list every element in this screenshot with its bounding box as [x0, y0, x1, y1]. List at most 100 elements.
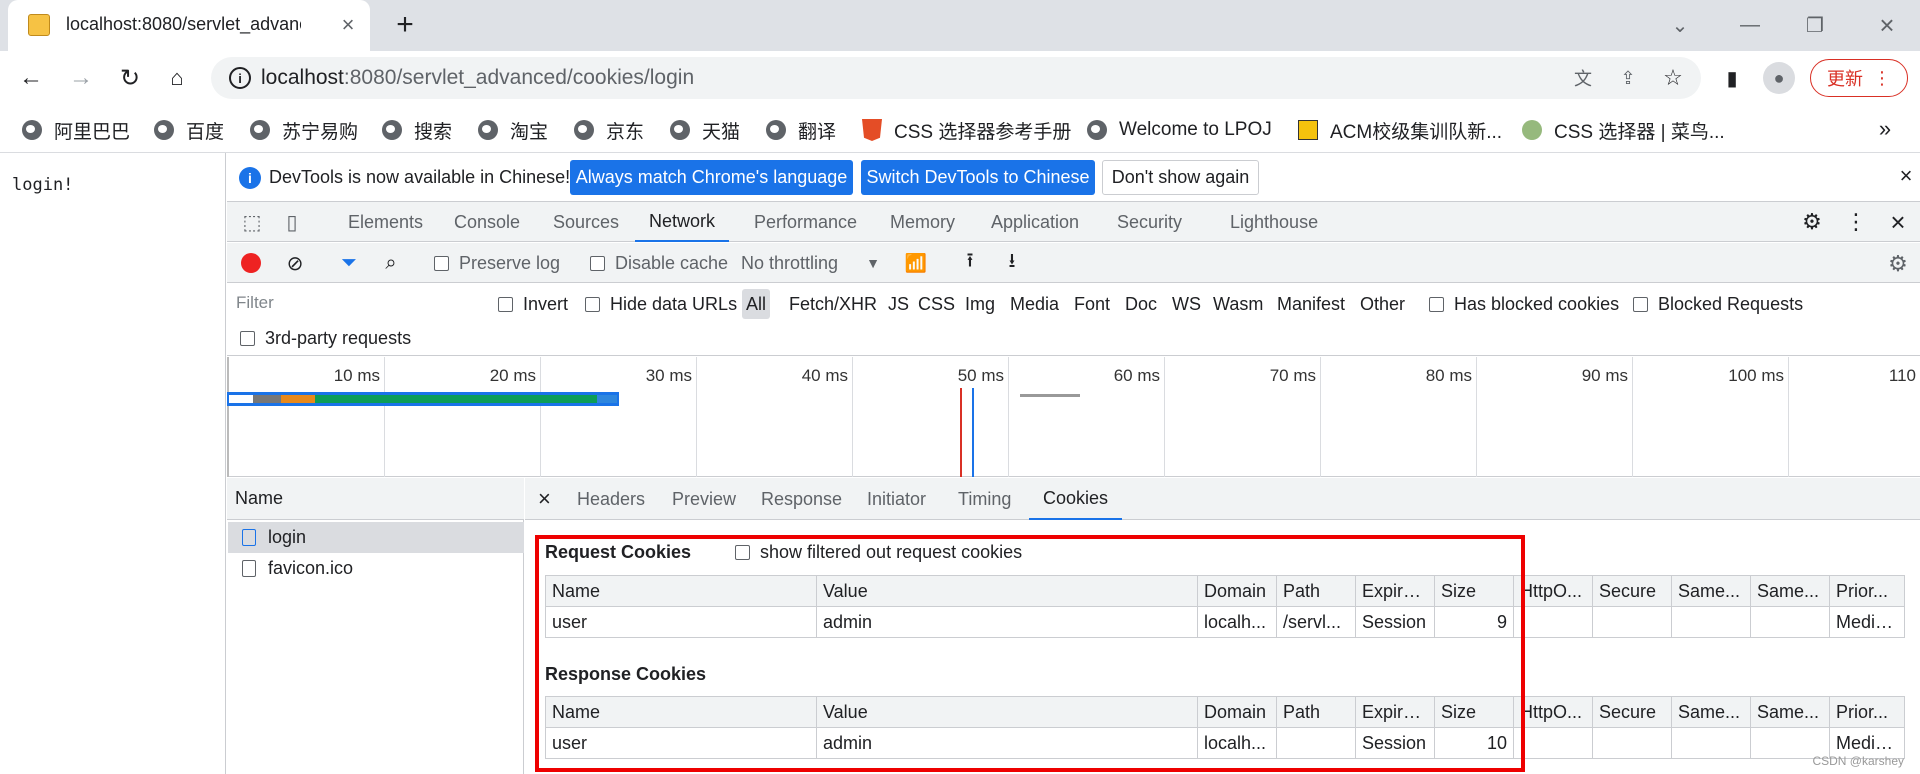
filter-type-fetch-xhr[interactable]: Fetch/XHR: [789, 289, 877, 319]
bookmark-item[interactable]: CSS 选择器 | 菜鸟...: [1522, 115, 1725, 145]
device-toolbar-icon[interactable]: ▯: [278, 208, 306, 236]
has-blocked-cookies-checkbox[interactable]: Has blocked cookies: [1429, 289, 1619, 319]
hide-data-urls-checkbox[interactable]: Hide data URLs: [585, 289, 737, 319]
bookmark-item[interactable]: 苏宁易购: [250, 115, 358, 145]
bookmark-item[interactable]: 翻译: [766, 115, 836, 145]
filter-type-img[interactable]: Img: [965, 289, 995, 319]
filter-input[interactable]: Filter: [232, 289, 477, 316]
column-header[interactable]: Same...: [1750, 696, 1830, 728]
settings-gear-icon[interactable]: ⚙: [1798, 208, 1826, 236]
bookmark-item[interactable]: 搜索: [382, 115, 452, 145]
blocked-requests-checkbox[interactable]: Blocked Requests: [1633, 289, 1803, 319]
more-options-icon[interactable]: ⋮: [1842, 208, 1870, 236]
filter-type-ws[interactable]: WS: [1172, 289, 1201, 319]
bookmark-item[interactable]: 淘宝: [478, 115, 548, 145]
request-list-header[interactable]: Name: [227, 478, 524, 520]
request-row-login[interactable]: login: [228, 522, 524, 553]
home-icon[interactable]: ⌂: [162, 63, 192, 93]
tab-application[interactable]: Application: [991, 202, 1079, 242]
bookmark-item[interactable]: 百度: [154, 115, 224, 145]
invert-checkbox[interactable]: Invert: [498, 289, 568, 319]
filter-type-media[interactable]: Media: [1010, 289, 1059, 319]
clear-icon[interactable]: ⊘: [282, 250, 308, 276]
switch-chinese-button[interactable]: Switch DevTools to Chinese: [861, 160, 1095, 195]
network-settings-icon[interactable]: ⚙: [1884, 250, 1912, 278]
column-header[interactable]: Same...: [1750, 575, 1830, 607]
bookmarks-more-icon[interactable]: »: [1872, 115, 1898, 143]
bookmark-item[interactable]: ACM校级集训队新...: [1298, 115, 1502, 145]
bookmark-item[interactable]: 阿里巴巴: [22, 115, 130, 145]
tab-console[interactable]: Console: [454, 202, 520, 242]
bookmark-item[interactable]: CSS 选择器参考手册: [862, 115, 1071, 145]
forward-icon[interactable]: →: [66, 63, 96, 93]
tab-lighthouse[interactable]: Lighthouse: [1230, 202, 1318, 242]
tab-preview[interactable]: Preview: [672, 478, 736, 520]
column-header[interactable]: Secure: [1592, 575, 1672, 607]
new-tab-icon[interactable]: +: [390, 8, 420, 41]
dont-show-again-button[interactable]: Don't show again: [1102, 160, 1259, 195]
profile-avatar-icon[interactable]: ●: [1763, 62, 1795, 94]
tab-initiator[interactable]: Initiator: [867, 478, 926, 520]
filter-type-font[interactable]: Font: [1074, 289, 1110, 319]
inspect-element-icon[interactable]: ⬚: [238, 208, 266, 236]
restore-icon[interactable]: ❐: [1800, 10, 1830, 40]
back-icon[interactable]: ←: [16, 63, 46, 93]
infobar-close-icon[interactable]: ×: [1893, 163, 1919, 189]
disable-cache-checkbox[interactable]: Disable cache: [590, 250, 728, 276]
column-header[interactable]: Secure: [1592, 696, 1672, 728]
search-icon[interactable]: ⌕: [378, 250, 404, 276]
network-conditions-icon[interactable]: 📶: [902, 250, 930, 276]
filter-type-wasm[interactable]: Wasm: [1213, 289, 1263, 319]
export-har-icon[interactable]: ⭳: [999, 250, 1025, 276]
tab-cookies[interactable]: Cookies: [1029, 478, 1123, 520]
checkbox-box: [498, 296, 513, 312]
filter-icon[interactable]: ⏷: [336, 250, 362, 276]
window-close-icon[interactable]: ×: [1870, 8, 1904, 42]
column-header[interactable]: HttpO...: [1513, 575, 1593, 607]
filter-type-other[interactable]: Other: [1360, 289, 1405, 319]
browser-tab[interactable]: localhost:8080/servlet_advanced/cookies/…: [8, 0, 370, 51]
request-row-favicon[interactable]: favicon.ico: [228, 553, 524, 584]
site-info-icon[interactable]: i: [229, 67, 251, 89]
column-header[interactable]: Same...: [1671, 696, 1751, 728]
address-bar[interactable]: i localhost:8080/servlet_advanced/cookie…: [211, 57, 1701, 99]
tab-response[interactable]: Response: [761, 478, 842, 520]
bookmark-item[interactable]: Welcome to LPOJ: [1087, 115, 1272, 145]
tab-elements[interactable]: Elements: [348, 202, 423, 242]
tab-close-icon[interactable]: ×: [336, 12, 360, 37]
filter-type-doc[interactable]: Doc: [1125, 289, 1157, 319]
throttling-select[interactable]: No throttling ▼: [741, 250, 880, 276]
column-header[interactable]: Prior...: [1829, 575, 1905, 607]
tab-sources[interactable]: Sources: [553, 202, 619, 242]
update-button[interactable]: 更新 ⋮: [1810, 59, 1908, 97]
filter-type-all[interactable]: All: [742, 289, 771, 319]
translate-icon[interactable]: 文: [1571, 66, 1595, 90]
minimize-icon[interactable]: —: [1735, 10, 1765, 40]
tab-memory[interactable]: Memory: [890, 202, 955, 242]
column-header[interactable]: HttpO...: [1513, 696, 1593, 728]
filter-type-js[interactable]: JS: [888, 289, 909, 319]
bookmark-item[interactable]: 京东: [574, 115, 644, 145]
filter-type-manifest[interactable]: Manifest: [1277, 289, 1345, 319]
side-panel-icon[interactable]: ▮: [1718, 64, 1746, 92]
detail-close-icon[interactable]: ×: [538, 478, 551, 520]
devtools-close-icon[interactable]: ×: [1884, 207, 1912, 237]
tab-search-icon[interactable]: ⌄: [1665, 10, 1695, 40]
tab-security[interactable]: Security: [1117, 202, 1182, 242]
match-language-button[interactable]: Always match Chrome's language: [570, 160, 853, 195]
record-icon[interactable]: [241, 253, 261, 273]
tab-performance[interactable]: Performance: [754, 202, 857, 242]
import-har-icon[interactable]: ⭱: [957, 250, 983, 276]
bookmark-star-icon[interactable]: ☆: [1661, 65, 1685, 90]
bookmark-item[interactable]: 天猫: [670, 115, 740, 145]
reload-icon[interactable]: ↻: [115, 63, 145, 93]
column-header[interactable]: Same...: [1671, 575, 1751, 607]
filter-type-css[interactable]: CSS: [918, 289, 955, 319]
third-party-requests-checkbox[interactable]: 3rd-party requests: [240, 323, 411, 353]
tab-headers[interactable]: Headers: [577, 478, 645, 520]
tab-network[interactable]: Network: [635, 202, 730, 242]
column-header[interactable]: Prior...: [1829, 696, 1905, 728]
share-icon[interactable]: ⇪: [1616, 66, 1640, 90]
tab-timing[interactable]: Timing: [958, 478, 1011, 520]
preserve-log-checkbox[interactable]: Preserve log: [434, 250, 560, 276]
